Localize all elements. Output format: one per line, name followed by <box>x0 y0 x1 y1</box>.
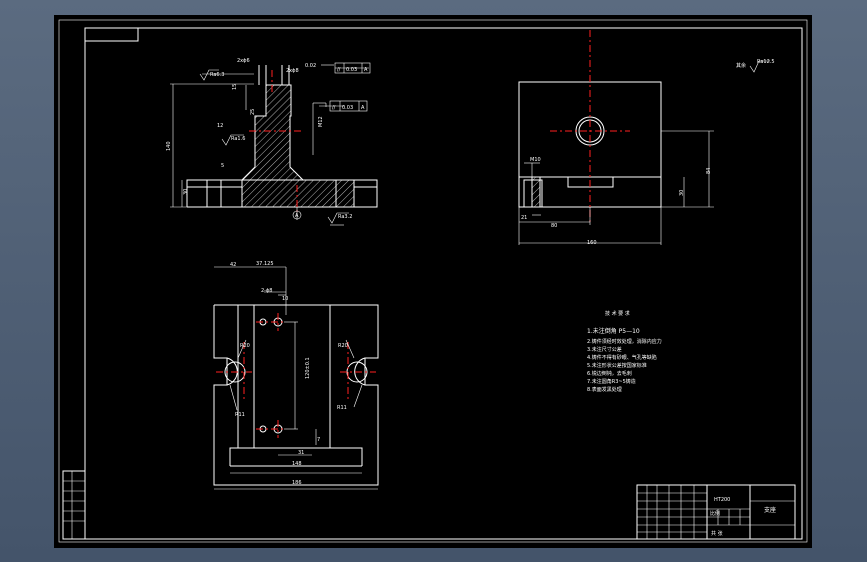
corner-roughness: 其余 Ra12.5 <box>736 59 775 73</box>
title-drawing-name: 支座 <box>764 506 776 514</box>
front-small-dim: 5 <box>221 163 224 169</box>
note-line-6: 6.锐边倒钝，去毛刺 <box>587 370 632 377</box>
notes-title: 技 术 要 求 <box>605 310 630 317</box>
note-line-7: 7.未注圆角R3~5铸造 <box>587 378 636 385</box>
title-material: HT200 <box>714 497 730 503</box>
top-dim-186: 186 <box>292 480 302 486</box>
outer-border <box>58 19 808 543</box>
inner-border <box>84 27 803 540</box>
front-width-label: 2xϕ6 <box>237 58 250 64</box>
svg-text:0.03: 0.03 <box>346 67 357 73</box>
front-roughness-bottom: Ra3.2 <box>338 214 352 220</box>
tolerance-frame-1: // 0.03 A <box>334 62 371 74</box>
side-dim-21: 21 <box>521 215 527 221</box>
front-view <box>170 64 378 226</box>
top-dim-120: 120±0.1 <box>305 357 311 379</box>
side-dim-m: M10 <box>530 157 541 163</box>
title-block: HT200 支座 比例 共 张 <box>636 484 796 540</box>
note-line-2: 2.铸件须经时效处理，消除内应力 <box>587 338 662 345</box>
top-dim-37: 37.125 <box>256 261 274 267</box>
front-datum: A <box>295 213 299 219</box>
top-dim-r11b: R11 <box>337 405 347 411</box>
revision-strip <box>62 470 86 540</box>
front-dim-height: 140 <box>166 141 172 151</box>
side-dim-80: 80 <box>551 223 557 229</box>
svg-text:A: A <box>364 67 368 73</box>
side-dim-84: 84 <box>706 168 712 174</box>
front-dim-c: 12 <box>217 123 223 129</box>
svg-text://: // <box>332 105 336 111</box>
top-dim-r20a: R20 <box>240 343 250 349</box>
svg-text:Ra12.5: Ra12.5 <box>757 59 775 65</box>
top-dim-hole: 2-ϕ8 <box>261 288 272 294</box>
note-line-5: 5.未注形状公差按国家标准 <box>587 362 647 369</box>
svg-text://: // <box>337 67 341 73</box>
note-line-8: 8.表面发黑处理 <box>587 386 622 393</box>
side-view <box>518 30 714 245</box>
top-dim-7: 7 <box>317 437 320 443</box>
note-line-1: 1.未注倒角 P5—10 <box>587 327 640 335</box>
svg-text:0.03: 0.03 <box>342 105 353 111</box>
svg-text:其余: 其余 <box>736 62 746 69</box>
title-sheet-label: 共 张 <box>711 530 723 537</box>
side-dim-160: 160 <box>587 240 597 246</box>
code-box <box>84 27 139 42</box>
svg-text:A: A <box>361 105 365 111</box>
front-dim-m: M12 <box>318 116 324 127</box>
top-dim-r11a: R11 <box>235 412 245 418</box>
note-line-3: 3.未注尺寸公差 <box>587 346 622 353</box>
front-fit-label: 2xϕ8 <box>286 68 299 74</box>
front-dim-b: 25 <box>250 109 256 115</box>
cad-drawing: Ra6.3 2xϕ6 2xϕ8 0.02 // 0.03 A // 0.03 A… <box>58 19 808 543</box>
drawing-canvas[interactable]: Ra6.3 2xϕ6 2xϕ8 0.02 // 0.03 A // 0.03 A… <box>54 15 812 548</box>
top-dim-148: 148 <box>292 461 302 467</box>
top-dim-r20b: R20 <box>338 343 348 349</box>
top-view <box>213 266 379 490</box>
front-roughness-mid: Ra1.6 <box>231 136 245 142</box>
front-dim-base: 30 <box>183 189 189 195</box>
top-dim-10: 10 <box>282 296 288 302</box>
side-dim-30: 30 <box>679 190 685 196</box>
note-line-4: 4.铸件不得有砂眼、气孔等缺陷 <box>587 354 657 361</box>
title-scale-label: 比例 <box>710 510 720 517</box>
top-dim-42: 42 <box>230 262 236 268</box>
top-dim-31: 31 <box>298 450 304 456</box>
front-roughness-top: Ra6.3 <box>210 72 224 78</box>
front-fit-tolerance: 0.02 <box>305 63 316 69</box>
technical-notes: 技 术 要 求 1.未注倒角 P5—10 2.铸件须经时效处理，消除内应力 3.… <box>587 310 662 393</box>
front-dim-a: 15 <box>232 84 238 90</box>
